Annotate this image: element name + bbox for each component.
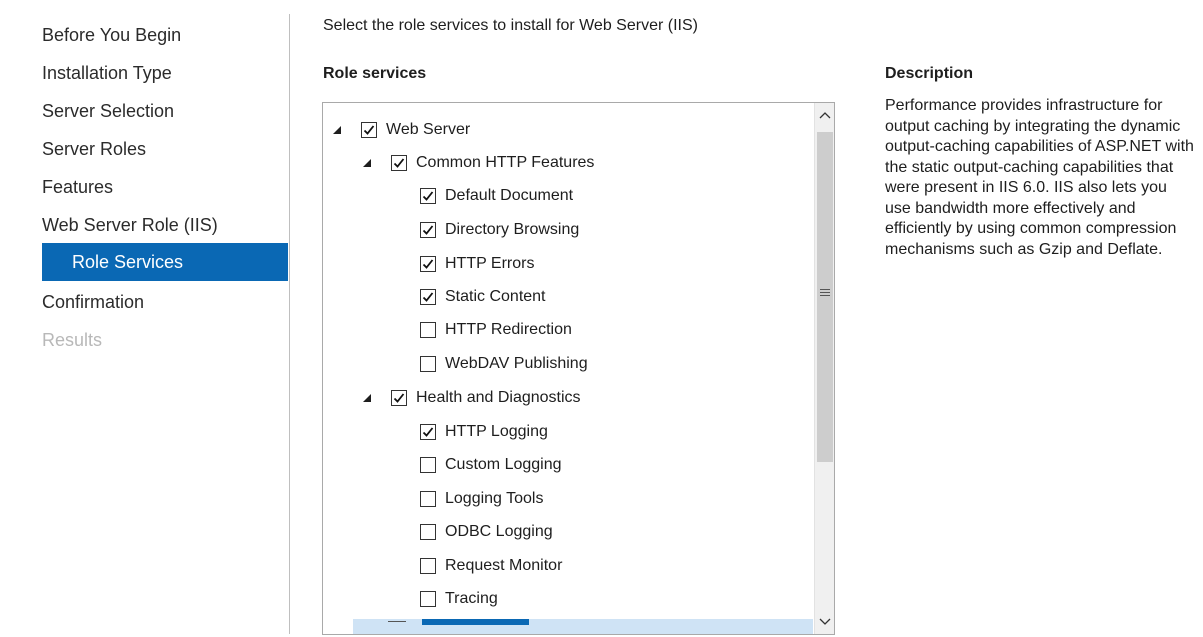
check-icon <box>422 191 434 201</box>
nav-item-features[interactable]: Features <box>42 168 113 206</box>
wizard-nav: Before You Begin Installation Type Serve… <box>0 0 290 637</box>
tree-item[interactable]: ODBC Logging <box>420 517 553 547</box>
tree-item-label: Common HTTP Features <box>416 154 595 171</box>
tree-item[interactable]: Health and Diagnostics <box>361 383 581 413</box>
tree-item[interactable]: WebDAV Publishing <box>420 349 588 379</box>
tree-item[interactable]: Request Monitor <box>420 551 562 581</box>
tree-item-label: Health and Diagnostics <box>416 389 581 406</box>
tree-checkbox[interactable] <box>361 122 377 138</box>
tree-checkbox[interactable] <box>420 491 436 507</box>
chevron-down-icon <box>819 618 831 625</box>
triangle-down-icon[interactable] <box>361 392 373 404</box>
tree-checkbox[interactable] <box>420 457 436 473</box>
tree-item[interactable]: HTTP Errors <box>420 249 534 279</box>
scroll-down-button[interactable] <box>815 610 834 634</box>
tree-checkbox[interactable] <box>391 390 407 406</box>
tree-item[interactable]: Common HTTP Features <box>361 148 594 178</box>
tree-scrollbar[interactable] <box>814 103 834 634</box>
tree-item-label: HTTP Errors <box>445 255 535 272</box>
check-icon <box>393 158 405 168</box>
triangle-down-icon[interactable] <box>361 157 373 169</box>
tree-item[interactable]: Web Server <box>331 115 470 145</box>
scroll-thumb[interactable] <box>817 132 833 462</box>
tree-checkbox[interactable] <box>391 155 407 171</box>
nav-divider <box>289 14 290 634</box>
tree-item[interactable]: Default Document <box>420 181 573 211</box>
description-text: Performance provides infrastructure for … <box>885 97 1194 258</box>
tree-item-label: Request Monitor <box>445 557 563 574</box>
nav-item-results: Results <box>42 330 103 350</box>
triangle-down-icon[interactable] <box>331 124 343 136</box>
check-icon <box>422 259 434 269</box>
tree-item-label: Web Server <box>386 121 471 138</box>
nav-item-before-you-begin[interactable]: Before You Begin <box>42 16 181 54</box>
tree-checkbox[interactable] <box>420 322 436 338</box>
check-icon <box>393 393 405 403</box>
nav-item-server-roles[interactable]: Server Roles <box>42 130 146 168</box>
tree-checkbox[interactable] <box>420 424 436 440</box>
check-icon <box>422 292 434 302</box>
nav-item-installation-type[interactable]: Installation Type <box>42 54 172 92</box>
role-services-tree[interactable]: Web Server Common HTTP Features Default Do… <box>322 102 835 635</box>
tree-item[interactable]: HTTP Logging <box>420 417 548 447</box>
nav-item-role-services[interactable]: Role Services <box>42 243 288 281</box>
tree-checkbox[interactable] <box>420 558 436 574</box>
description-label: Description <box>885 65 974 82</box>
tree-item-label: Directory Browsing <box>445 221 580 238</box>
check-icon <box>363 125 375 135</box>
chevron-up-icon <box>819 112 831 119</box>
tree-checkbox[interactable] <box>420 356 436 372</box>
tree-item-label: Custom Logging <box>445 456 562 473</box>
tree-item-label: HTTP Redirection <box>445 321 572 338</box>
scroll-up-button[interactable] <box>815 103 834 127</box>
check-icon <box>422 225 434 235</box>
partial-checkbox[interactable] <box>388 621 406 626</box>
scroll-grip-icon <box>820 289 830 298</box>
tree-item[interactable]: Static Content <box>420 282 546 312</box>
nav-item-web-server-role[interactable]: Web Server Role (IIS) <box>42 206 218 244</box>
nav-item-server-selection[interactable]: Server Selection <box>42 92 174 130</box>
tree-checkbox[interactable] <box>420 591 436 607</box>
tree-item[interactable]: Logging Tools <box>420 484 543 514</box>
tree-item[interactable]: Custom Logging <box>420 450 562 480</box>
tree-item-label: ODBC Logging <box>445 523 553 540</box>
tree-item-label: WebDAV Publishing <box>445 355 588 372</box>
tree-item-label: Logging Tools <box>445 490 544 507</box>
tree-checkbox[interactable] <box>420 188 436 204</box>
tree-checkbox[interactable] <box>420 524 436 540</box>
tree-item[interactable]: Directory Browsing <box>420 215 579 245</box>
tree-item-label: Static Content <box>445 288 546 305</box>
nav-item-confirmation[interactable]: Confirmation <box>42 283 144 321</box>
tree-item-label: HTTP Logging <box>445 423 548 440</box>
tree-item[interactable]: Tracing <box>420 584 498 614</box>
role-services-label: Role services <box>323 65 427 82</box>
tree-checkbox[interactable] <box>420 222 436 238</box>
tree-item[interactable]: HTTP Redirection <box>420 315 572 345</box>
partial-row-label <box>422 619 529 625</box>
tree-item-label: Default Document <box>445 187 574 204</box>
tree-checkbox[interactable] <box>420 289 436 305</box>
tree-checkbox[interactable] <box>420 256 436 272</box>
check-icon <box>422 427 434 437</box>
tree-item-label: Tracing <box>445 590 498 607</box>
page-heading: Select the role services to install for … <box>323 17 698 34</box>
